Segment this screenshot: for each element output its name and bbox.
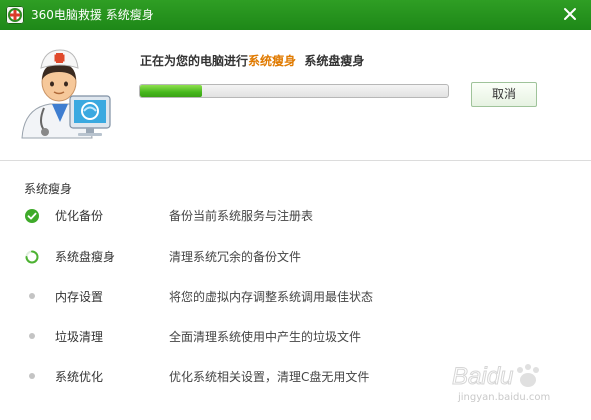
- window-title: 360电脑救援 系统瘦身: [31, 8, 154, 22]
- task-name: 系统盘瘦身: [55, 250, 116, 264]
- cancel-button[interactable]: 取消: [471, 82, 537, 107]
- close-icon: [564, 8, 576, 20]
- watermark-brand: Baidu: [452, 363, 513, 390]
- pending-dot-icon: [25, 369, 39, 383]
- title-bar: 360电脑救援 系统瘦身: [0, 0, 591, 30]
- task-description: 将您的虚拟内存调整系统调用最佳状态: [169, 290, 374, 304]
- pending-dot-icon: [25, 289, 39, 303]
- task-name: 垃圾清理: [55, 330, 104, 344]
- section-title: 系统瘦身: [24, 182, 73, 196]
- app-logo-icon: [6, 6, 24, 24]
- task-name: 内存设置: [55, 290, 104, 304]
- task-item-system-disk-slim: 系统盘瘦身 清理系统冗余的备份文件: [0, 244, 591, 268]
- close-button[interactable]: [559, 3, 581, 25]
- check-icon: [25, 208, 39, 223]
- task-description: 备份当前系统服务与注册表: [169, 209, 314, 223]
- status-text: 正在为您的电脑进行系统瘦身 系统盘瘦身: [140, 52, 364, 69]
- task-name: 优化备份: [55, 209, 104, 223]
- task-item-optimize-backup: 优化备份 备份当前系统服务与注册表: [0, 203, 591, 227]
- doctor-computer-icon: [14, 46, 114, 146]
- pending-dot-icon: [25, 329, 39, 343]
- task-item-memory-settings: 内存设置 将您的虚拟内存调整系统调用最佳状态: [0, 284, 591, 308]
- task-description: 优化系统相关设置，清理C盘无用文件: [169, 370, 370, 384]
- baidu-watermark: Baidu: [452, 358, 582, 396]
- progress-header: 正在为您的电脑进行系统瘦身 系统盘瘦身 取消: [0, 30, 591, 160]
- status-prefix: 正在为您的电脑进行: [140, 54, 249, 68]
- task-description: 全面清理系统使用中产生的垃圾文件: [169, 330, 362, 344]
- progress-fill: [140, 85, 202, 97]
- progress-bar: [139, 84, 449, 98]
- loading-spinner-icon: [25, 249, 39, 264]
- task-description: 清理系统冗余的备份文件: [169, 250, 302, 264]
- status-highlight: 系统瘦身: [248, 54, 297, 68]
- watermark-url: jingyan.baidu.com: [458, 392, 551, 403]
- task-item-junk-cleanup: 垃圾清理 全面清理系统使用中产生的垃圾文件: [0, 324, 591, 348]
- status-current-task: 系统盘瘦身: [304, 54, 365, 68]
- task-name: 系统优化: [55, 370, 104, 384]
- divider: [0, 160, 591, 161]
